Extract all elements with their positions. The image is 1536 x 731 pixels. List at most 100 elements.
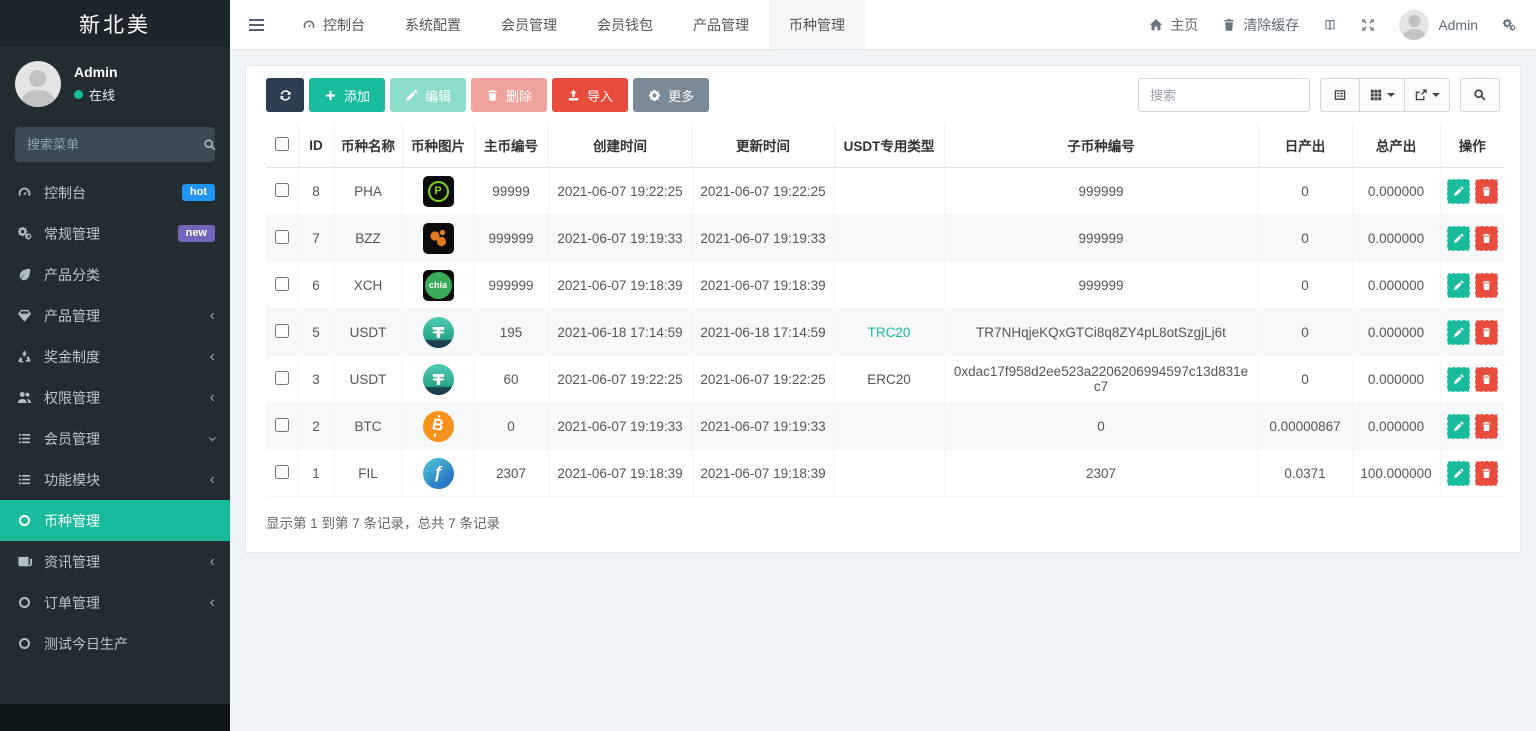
gauge-icon: [15, 185, 33, 200]
cell-coin-name: USDT: [334, 309, 402, 356]
sidebar-item-产品管理[interactable]: 产品管理‹: [0, 295, 230, 336]
tab-会员管理[interactable]: 会员管理: [481, 0, 577, 49]
row-edit-button[interactable]: [1447, 273, 1470, 298]
trash-icon: [486, 89, 499, 102]
cell-usdt-type: ERC20: [834, 356, 944, 403]
sidebar-item-产品分类[interactable]: 产品分类: [0, 254, 230, 295]
usdt-coin-logo: [423, 364, 454, 395]
export-button[interactable]: [1405, 78, 1450, 112]
cell-coin-name: BTC: [334, 403, 402, 450]
cell-main-no: 2307: [474, 450, 548, 497]
sidebar-item-币种管理[interactable]: 币种管理: [0, 500, 230, 541]
circle-o-icon: [15, 595, 33, 610]
row-edit-button[interactable]: [1447, 367, 1470, 392]
select-all-checkbox[interactable]: [275, 137, 289, 151]
more-button[interactable]: 更多: [633, 78, 709, 112]
add-button[interactable]: 添加: [309, 78, 385, 112]
row-delete-button[interactable]: [1475, 414, 1498, 439]
row-checkbox[interactable]: [275, 418, 289, 432]
cell-daily-output: 0: [1258, 356, 1352, 403]
user-menu[interactable]: Admin: [1399, 10, 1478, 40]
row-checkbox-cell: [266, 262, 298, 309]
row-edit-button[interactable]: [1447, 320, 1470, 345]
row-checkbox[interactable]: [275, 465, 289, 479]
row-checkbox[interactable]: [275, 183, 289, 197]
settings-button[interactable]: [1502, 18, 1516, 32]
sidebar-item-控制台[interactable]: 控制台hot: [0, 172, 230, 213]
columns-button[interactable]: [1360, 78, 1405, 112]
row-checkbox[interactable]: [275, 371, 289, 385]
refresh-icon: [279, 89, 292, 102]
user-panel: Admin 在线: [0, 47, 230, 119]
sidebar-item-权限管理[interactable]: 权限管理‹: [0, 377, 230, 418]
home-link[interactable]: 主页: [1149, 15, 1198, 35]
row-edit-button[interactable]: [1447, 179, 1470, 204]
xch-coin-logo: chia: [423, 270, 454, 301]
cell-created-time: 2021-06-07 19:18:39: [548, 262, 692, 309]
tab-label: 系统配置: [405, 15, 461, 35]
table-row: 2BTCB02021-06-07 19:19:332021-06-07 19:1…: [266, 403, 1504, 450]
search-icon: [1473, 88, 1487, 102]
sidebar-toggle-button[interactable]: [230, 0, 282, 49]
cell-created-time: 2021-06-07 19:22:25: [548, 356, 692, 403]
tab-系统配置[interactable]: 系统配置: [385, 0, 481, 49]
sidebar-item-label: 奖金制度: [44, 347, 100, 367]
sidebar-item-奖金制度[interactable]: 奖金制度‹: [0, 336, 230, 377]
row-checkbox[interactable]: [275, 277, 289, 291]
menu-search-input[interactable]: [27, 137, 203, 152]
list-icon: [15, 431, 33, 446]
row-edit-button[interactable]: [1447, 461, 1470, 486]
search-submit-button[interactable]: [1460, 78, 1500, 112]
row-delete-button[interactable]: [1475, 179, 1498, 204]
sidebar-item-订单管理[interactable]: 订单管理‹: [0, 582, 230, 623]
row-checkbox-cell: [266, 215, 298, 262]
docs-button[interactable]: [1323, 18, 1337, 32]
tab-控制台[interactable]: 控制台: [282, 0, 385, 49]
table-row: 8PHAP999992021-06-07 19:22:252021-06-07 …: [266, 168, 1504, 215]
clear-cache-link[interactable]: 清除缓存: [1222, 15, 1299, 35]
grid-columns-icon: [1369, 88, 1383, 102]
row-delete-button[interactable]: [1475, 273, 1498, 298]
sidebar-item-资讯管理[interactable]: 资讯管理‹: [0, 541, 230, 582]
detail-view-button[interactable]: [1320, 78, 1360, 112]
row-delete-button[interactable]: [1475, 320, 1498, 345]
edit-button[interactable]: 编辑: [390, 78, 466, 112]
sidebar-item-测试今日生产[interactable]: 测试今日生产: [0, 623, 230, 664]
cell-sub-no: 999999: [944, 262, 1258, 309]
row-checkbox-cell: [266, 403, 298, 450]
navbar-username: Admin: [1438, 17, 1478, 33]
cell-actions: [1440, 450, 1504, 497]
sidebar-item-常规管理[interactable]: 常规管理new: [0, 213, 230, 254]
fullscreen-button[interactable]: [1361, 18, 1375, 32]
cell-daily-output: 0: [1258, 215, 1352, 262]
row-delete-button[interactable]: [1475, 226, 1498, 251]
delete-button[interactable]: 删除: [471, 78, 547, 112]
user-name: Admin: [74, 64, 118, 80]
sidebar-item-会员管理[interactable]: 会员管理‹: [0, 418, 230, 459]
cell-daily-output: 0: [1258, 309, 1352, 356]
cell-sub-no: TR7NHqjeKQxGTCi8q8ZY4pL8otSzgjLj6t: [944, 309, 1258, 356]
table-search-input[interactable]: [1138, 78, 1310, 112]
row-checkbox[interactable]: [275, 230, 289, 244]
cell-total-output: 100.000000: [1352, 450, 1440, 497]
cell-actions: [1440, 403, 1504, 450]
cell-actions: [1440, 356, 1504, 403]
import-button[interactable]: 导入: [552, 78, 628, 112]
row-checkbox[interactable]: [275, 324, 289, 338]
content-area: 添加 编辑 删除 导入: [230, 50, 1536, 731]
cell-coin-name: USDT: [334, 356, 402, 403]
tab-币种管理[interactable]: 币种管理: [769, 0, 865, 49]
row-delete-button[interactable]: [1475, 461, 1498, 486]
clear-cache-label: 清除缓存: [1243, 15, 1299, 35]
refresh-button[interactable]: [266, 78, 304, 112]
row-delete-button[interactable]: [1475, 367, 1498, 392]
tab-产品管理[interactable]: 产品管理: [673, 0, 769, 49]
row-edit-button[interactable]: [1447, 414, 1470, 439]
sidebar-item-功能模块[interactable]: 功能模块‹: [0, 459, 230, 500]
row-edit-button[interactable]: [1447, 226, 1470, 251]
sidebar-item-label: 权限管理: [44, 388, 100, 408]
users-icon: [15, 390, 33, 405]
menu-search-box: [15, 127, 215, 162]
tab-会员钱包[interactable]: 会员钱包: [577, 0, 673, 49]
cell-daily-output: 0: [1258, 262, 1352, 309]
